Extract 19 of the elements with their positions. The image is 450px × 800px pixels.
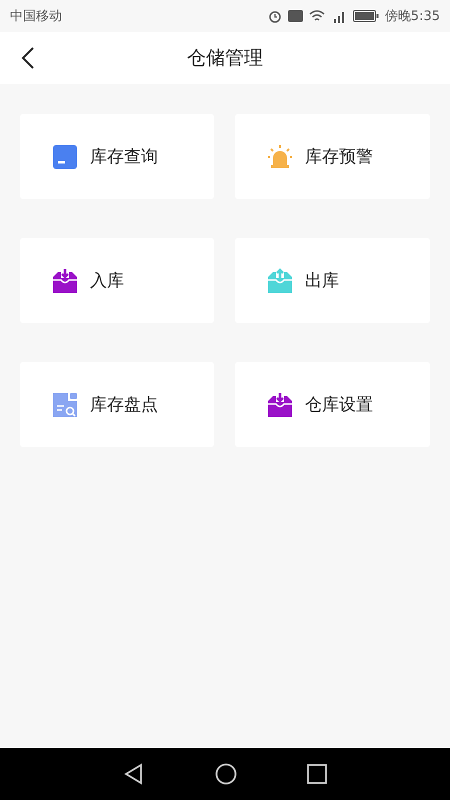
battery-icon — [352, 10, 379, 22]
home-nav-button[interactable] — [215, 763, 237, 785]
menu-tile[interactable]: 库存预警 — [235, 114, 430, 199]
menu-tile[interactable]: 库存查询 — [20, 114, 214, 199]
back-nav-button[interactable] — [123, 763, 145, 785]
page-title: 仓储管理 — [187, 46, 263, 71]
menu-tile[interactable]: 入库 — [20, 238, 214, 323]
recents-nav-button[interactable] — [307, 764, 327, 784]
clock-time: 傍晚5:35 — [384, 8, 440, 25]
menu-tile[interactable]: 出库 — [235, 238, 430, 323]
wifi-icon — [308, 10, 325, 22]
triangle-icon — [123, 763, 145, 785]
circle-icon — [215, 763, 237, 785]
menu-tile[interactable]: 库存盘点 — [20, 362, 214, 447]
back-icon — [21, 46, 35, 70]
square-icon — [307, 764, 327, 784]
carrier-name: 中国移动 — [10, 8, 62, 25]
menu-tile[interactable]: 仓库设置 — [235, 362, 430, 447]
alarm-clock-icon — [268, 9, 282, 23]
